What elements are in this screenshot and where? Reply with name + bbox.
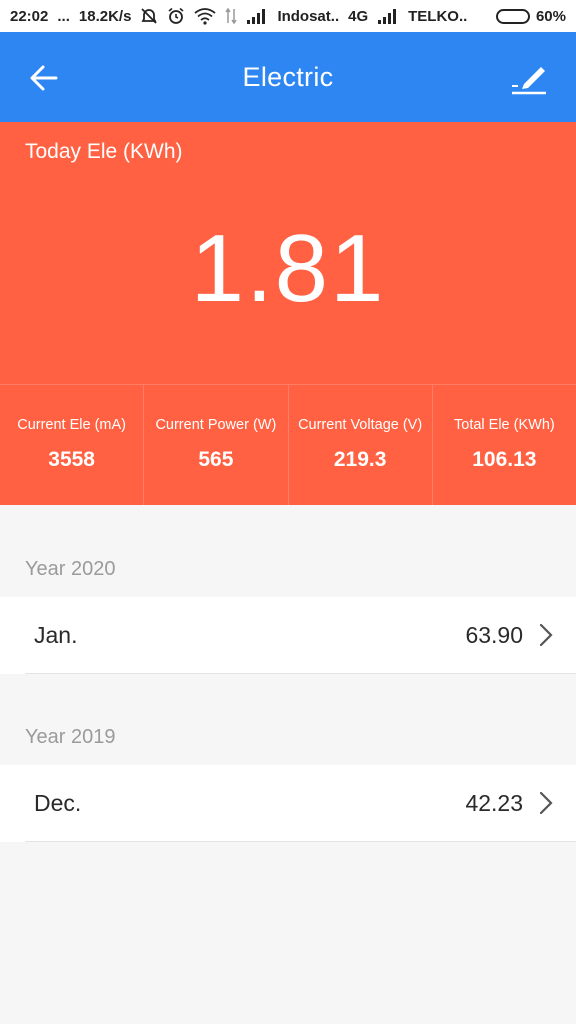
stat-current-ele: Current Ele (mA) 3558 <box>0 385 145 505</box>
stat-current-voltage: Current Voltage (V) 219.3 <box>289 385 433 505</box>
alarm-icon <box>167 7 185 25</box>
stat-value: 219.3 <box>333 448 387 471</box>
stat-value: 106.13 <box>472 448 537 471</box>
stat-current-power: Current Power (W) 565 <box>144 385 289 505</box>
year-header: Year 2020 <box>25 558 116 580</box>
month-label: Jan. <box>34 622 78 648</box>
stats-row: Current Ele (mA) 3558 Current Power (W) … <box>0 384 576 505</box>
app-bar: Electric <box>0 32 576 122</box>
divider <box>25 673 576 674</box>
signal-icon <box>246 8 268 24</box>
month-label: Dec. <box>34 790 82 816</box>
divider <box>25 841 576 842</box>
signal-icon-2 <box>377 8 399 24</box>
today-energy-label: Today Ele (KWh) <box>25 140 183 163</box>
month-row-jan[interactable]: Jan. 63.90 <box>0 597 576 674</box>
today-energy-value: 1.81 <box>190 215 386 322</box>
back-arrow-icon[interactable] <box>28 62 60 94</box>
stat-label: Current Ele (mA) <box>17 417 127 433</box>
stat-label: Current Voltage (V) <box>298 417 423 433</box>
page-title: Electric <box>242 61 334 92</box>
status-bar: 22:02 ... 18.2K/s Indosat.. 4G TELKO.. 6… <box>0 0 576 32</box>
stat-label: Total Ele (KWh) <box>454 417 555 433</box>
wifi-icon <box>194 7 216 25</box>
chevron-right-icon <box>538 791 554 815</box>
stat-label: Current Power (W) <box>155 417 277 433</box>
mute-icon <box>140 7 158 25</box>
year-header: Year 2019 <box>25 726 116 748</box>
edit-icon[interactable] <box>510 60 548 96</box>
today-energy-panel: Today Ele (KWh) 1.81 <box>0 122 576 384</box>
status-speed: 18.2K/s <box>78 7 132 25</box>
battery-icon <box>495 8 530 24</box>
stat-total-ele: Total Ele (KWh) 106.13 <box>433 385 576 505</box>
stat-value: 565 <box>198 448 234 471</box>
month-value: 63.90 <box>465 622 523 648</box>
network-type: 4G <box>348 7 369 25</box>
stat-value: 3558 <box>48 448 95 471</box>
carrier-2: TELKO.. <box>408 7 468 25</box>
chevron-right-icon <box>538 623 554 647</box>
carrier-1: Indosat.. <box>277 7 340 25</box>
battery-percent: 60% <box>535 7 566 25</box>
month-value: 42.23 <box>465 790 523 816</box>
data-transfer-icon <box>225 7 238 25</box>
status-time: 22:02 <box>10 7 49 25</box>
month-row-dec[interactable]: Dec. 42.23 <box>0 765 576 842</box>
status-dots: ... <box>57 7 70 25</box>
